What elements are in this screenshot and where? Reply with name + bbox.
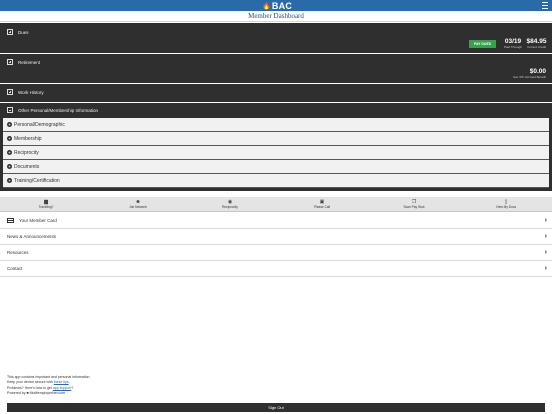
divider <box>0 21 552 22</box>
hamburger-menu-icon[interactable] <box>542 2 548 9</box>
torch-icon: 🔥 <box>262 2 271 10</box>
chevron-right-icon: › <box>544 233 547 240</box>
multiemployer-logo-icon: ■ <box>26 390 29 395</box>
link-news-announcements[interactable]: News & Announcements › <box>0 229 552 245</box>
page-title: Member Dashboard <box>248 12 304 20</box>
bac-logo: 🔥 BAC <box>262 0 292 11</box>
ipf-benefit-value: $0.00 <box>529 68 546 75</box>
ipf-benefit-stat: $0.00 Est. IPF Accrued Benefit <box>513 68 546 79</box>
security-tips-link[interactable]: these tips <box>54 380 69 384</box>
tab-traveling[interactable]: ▆ Traveling? <box>0 197 92 211</box>
link-label: News & Announcements <box>7 234 57 239</box>
plus-circle-icon: + <box>7 136 12 141</box>
powered-by-brand: MuiltiemployerNet.com <box>29 390 66 395</box>
list-item-personal-demographic[interactable]: + Personal/Demographic <box>3 118 549 132</box>
link-contact[interactable]: Contact › <box>0 261 552 277</box>
retirement-label: Retirement <box>18 60 41 65</box>
other-info-label: Other Personal/Membership Information <box>18 108 99 113</box>
list-item-training-certification[interactable]: + Training/Certification <box>3 174 549 188</box>
work-history-label: Work History <box>18 90 44 95</box>
plus-circle-icon: + <box>7 122 12 127</box>
logo-text: BAC <box>271 0 293 11</box>
list-item-label: Reciprocity <box>14 149 39 156</box>
link-label: Contact <box>7 266 23 271</box>
current-credit-stat: $84.95 Current Credit <box>523 38 550 49</box>
chevron-right-icon: › <box>544 249 547 256</box>
work-history-panel[interactable]: Work History <box>0 84 552 102</box>
tab-label: Reciprocity <box>222 205 238 209</box>
dues-panel[interactable]: Dues PAY DUES 03/19 Paid Through $84.95 … <box>0 23 552 53</box>
sign-out-button[interactable]: Sign Out <box>7 403 545 412</box>
current-credit-label: Current Credit <box>527 45 546 49</box>
tab-please-call[interactable]: ▣ Please Call <box>276 197 368 211</box>
list-item-label: Training/Certification <box>14 177 60 184</box>
tab-scan-pay-stub[interactable]: ❐ Scan Pay Stub <box>368 197 460 211</box>
current-credit-value: $84.95 <box>526 38 547 45</box>
quick-actions-bar: ▆ Traveling? ☻ Job Network ◉ Reciprocity… <box>0 197 552 212</box>
link-resources[interactable]: Resources › <box>0 245 552 261</box>
list-item-label: Personal/Demographic <box>14 121 65 128</box>
tab-view-my-docs[interactable]: ▯ View My Docs <box>460 197 552 211</box>
collapse-minus-icon[interactable] <box>7 107 13 113</box>
footer-line: Powered by ■ MuiltiemployerNet.com <box>7 390 66 395</box>
link-member-card[interactable]: Your Member Card › <box>0 213 552 229</box>
tab-label: Scan Pay Stub <box>403 205 425 209</box>
pay-dues-button[interactable]: PAY DUES <box>469 40 496 48</box>
other-info-list: + Personal/Demographic + Membership + Re… <box>3 118 549 188</box>
tab-label: View My Docs <box>495 205 517 209</box>
list-item-label: Membership <box>14 135 42 142</box>
tab-job-network[interactable]: ☻ Job Network <box>92 197 184 211</box>
expand-plus-icon[interactable] <box>7 59 13 65</box>
plus-circle-icon: + <box>7 150 12 155</box>
link-label: Your Member Card <box>19 218 57 223</box>
list-item-membership[interactable]: + Membership <box>3 132 549 146</box>
ipf-benefit-label: Est. IPF Accrued Benefit <box>513 75 546 79</box>
link-list: Your Member Card › News & Announcements … <box>0 213 552 277</box>
link-label: Resources <box>7 250 29 255</box>
tab-reciprocity[interactable]: ◉ Reciprocity <box>184 197 276 211</box>
dues-label: Dues <box>18 30 29 35</box>
tab-label: Traveling? <box>38 205 54 209</box>
list-item-label: Documents <box>14 163 40 170</box>
retirement-panel[interactable]: Retirement $0.00 Est. IPF Accrued Benefi… <box>0 54 552 83</box>
list-item-documents[interactable]: + Documents <box>3 160 549 174</box>
tab-label: Please Call <box>313 205 331 209</box>
list-item-reciprocity[interactable]: + Reciprocity <box>3 146 549 160</box>
other-info-panel[interactable]: Other Personal/Membership Information + … <box>0 103 552 191</box>
app-support-link[interactable]: app support <box>53 386 72 390</box>
expand-plus-icon[interactable] <box>7 89 13 95</box>
credit-card-icon <box>7 218 14 223</box>
plus-circle-icon: + <box>7 164 12 169</box>
top-bar: 🔥 BAC <box>0 0 552 11</box>
chevron-right-icon: › <box>544 265 547 272</box>
tab-label: Job Network <box>129 205 147 209</box>
chevron-right-icon: › <box>544 217 547 224</box>
expand-plus-icon[interactable] <box>7 29 13 35</box>
plus-circle-icon: + <box>7 178 12 183</box>
footer-info: This app contains important and personal… <box>7 375 90 395</box>
